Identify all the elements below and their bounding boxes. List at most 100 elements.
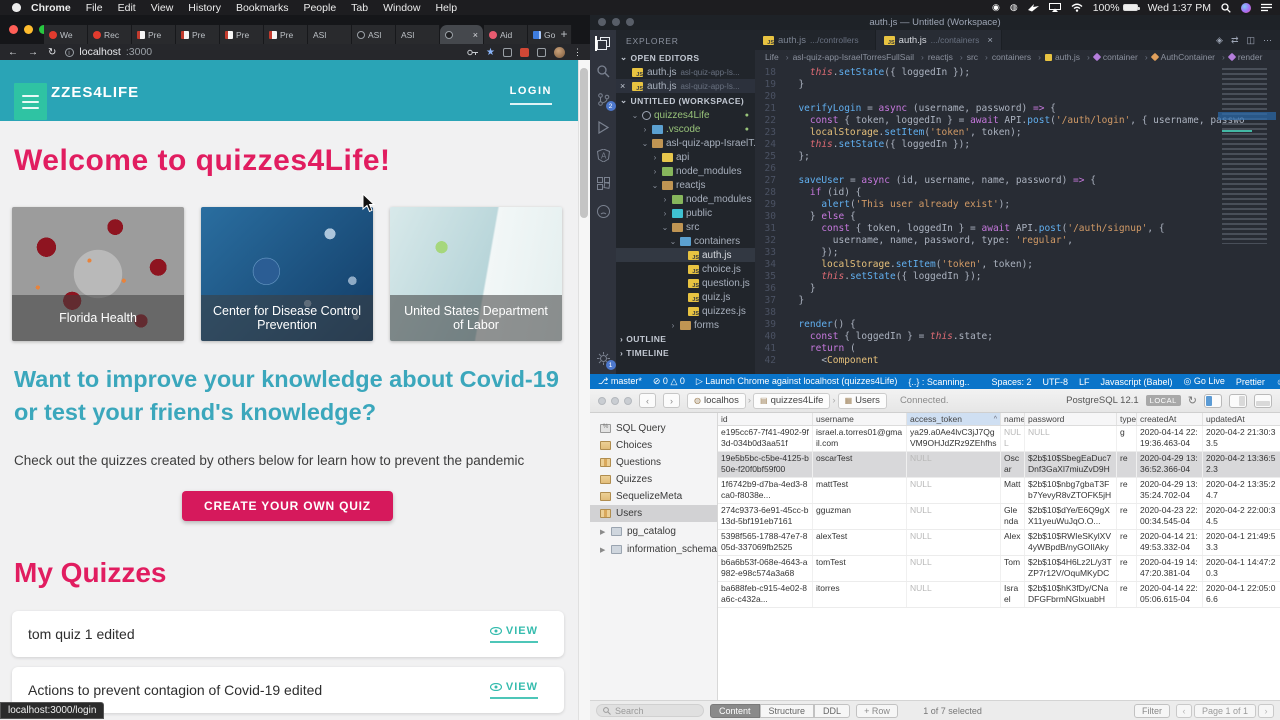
extensions-icon[interactable]	[596, 176, 611, 191]
format-icon[interactable]: ◈	[1216, 35, 1223, 46]
menu-bookmarks[interactable]: Bookmarks	[236, 2, 289, 14]
menubar-app-name[interactable]: Chrome	[31, 2, 71, 14]
more-actions-icon[interactable]: ⋯	[1263, 35, 1272, 46]
tree-item[interactable]: › .vscode ●	[616, 122, 755, 136]
breadcrumb-item[interactable]: asl-quiz-app-IsraelTorresFullSail	[793, 52, 928, 62]
chrome-window-controls[interactable]	[9, 25, 48, 34]
db-sidebar-item[interactable]: ▶ pg_catalog	[590, 523, 717, 540]
layout-sidebar-toggle[interactable]	[1204, 393, 1222, 408]
tree-item[interactable]: ⌄ quizzes4Life ●	[616, 108, 755, 122]
db-back-button[interactable]: ‹	[639, 393, 656, 408]
open-editor-item[interactable]: auth.js asl-quiz-app-Is...	[616, 65, 755, 79]
site-brand[interactable]: ZZES4LIFE	[51, 84, 139, 101]
menubar-clock[interactable]: Wed 1:37 PM	[1148, 2, 1211, 14]
content-tab[interactable]: Content	[710, 703, 760, 718]
filter-button[interactable]: Filter	[1133, 703, 1170, 718]
tree-item[interactable]: ⌄ containers	[616, 234, 755, 248]
login-link[interactable]: LOGIN	[509, 85, 552, 105]
reload-button[interactable]: ↻	[48, 47, 56, 58]
column-header[interactable]: updatedAt	[1202, 413, 1280, 425]
column-header[interactable]: access_token ^	[906, 413, 1000, 425]
language-status[interactable]: Javascript (Babel)	[1101, 377, 1173, 387]
bird-icon[interactable]	[1027, 3, 1039, 12]
table-row[interactable]: 19e5b5bc-c5be-4125-b50e-f20f0bf59f00 osc…	[718, 452, 1280, 478]
code-editor[interactable]: 18 this.setState({ loggedIn }); 19 } 20	[755, 64, 1280, 374]
tree-item[interactable]: › node_modules	[616, 164, 755, 178]
browser-tab[interactable]: ASl	[396, 25, 440, 44]
forward-button[interactable]: →	[28, 47, 38, 58]
menu-help[interactable]: Help	[435, 2, 457, 14]
scrollbar-thumb[interactable]	[580, 68, 588, 218]
address-bar[interactable]: i localhost:3000	[65, 46, 458, 58]
tree-item[interactable]: quiz.js	[616, 290, 755, 304]
prettier-status[interactable]: Prettier	[1236, 377, 1265, 387]
db-table-crumb[interactable]: ▦ Users	[837, 392, 887, 409]
table-row[interactable]: e195cc67-7f41-4902-9f3d-034b0d3aa51f isr…	[718, 426, 1280, 452]
tree-item[interactable]: › node_modules	[616, 192, 755, 206]
back-button[interactable]: ←	[8, 47, 18, 58]
search-icon[interactable]	[596, 64, 611, 79]
resource-card[interactable]: Center for Disease Control Prevention	[201, 207, 373, 341]
browser-tab[interactable]: We	[44, 25, 88, 44]
wifi-icon[interactable]	[1071, 3, 1083, 12]
menu-edit[interactable]: Edit	[118, 2, 136, 14]
prev-page-button[interactable]: ‹	[1175, 703, 1192, 718]
apple-menu-icon[interactable]	[12, 3, 21, 12]
menu-view[interactable]: View	[151, 2, 174, 14]
split-editor-icon[interactable]: ◫	[1246, 35, 1255, 46]
close-window-button[interactable]	[9, 25, 18, 34]
tree-item[interactable]: ⌄ asl-quiz-app-IsraelT...	[616, 136, 755, 150]
tree-item[interactable]: ⌄ reactjs	[616, 178, 755, 192]
profile-avatar[interactable]	[554, 46, 565, 58]
open-editors-section[interactable]: ⌄ OPEN EDITORS	[616, 50, 755, 65]
github-icon[interactable]	[596, 204, 611, 219]
db-connection-crumb[interactable]: ◍ localhos	[687, 392, 746, 409]
breadcrumb-item[interactable]: auth.js	[1044, 52, 1094, 62]
minimize-window-button[interactable]	[24, 25, 33, 34]
next-page-button[interactable]: ›	[1258, 703, 1274, 718]
editor-tab[interactable]: auth.js .../controllers	[755, 30, 876, 50]
refresh-icon[interactable]: ↻	[1188, 394, 1197, 407]
db-sidebar-item[interactable]: ▶ information_schema	[590, 541, 717, 558]
menu-file[interactable]: File	[86, 2, 103, 14]
tree-item[interactable]: quizzes.js	[616, 304, 755, 318]
breadcrumb-item[interactable]: Life	[765, 52, 793, 62]
spotlight-icon[interactable]	[1221, 2, 1231, 13]
go-live-button[interactable]: ◎ Go Live	[1184, 376, 1225, 387]
column-header[interactable]: id	[718, 413, 812, 425]
db-window-controls[interactable]	[598, 396, 632, 405]
db-sidebar-item[interactable]: ▶ Quizzes	[590, 471, 717, 488]
browser-tab[interactable]: ×	[440, 25, 484, 44]
screen-record-icon[interactable]: ◉	[992, 2, 1000, 13]
resource-card[interactable]: United States Department of Labor	[390, 207, 562, 341]
browser-tab[interactable]: Pre	[264, 25, 308, 44]
column-header[interactable]: createdAt	[1136, 413, 1202, 425]
creative-cloud-icon[interactable]: ◍	[1010, 2, 1018, 13]
breadcrumb-item[interactable]: render	[1227, 52, 1262, 62]
layout-bottom-toggle[interactable]	[1254, 393, 1272, 408]
siri-icon[interactable]	[1241, 2, 1251, 13]
extension-red-icon[interactable]	[520, 47, 529, 57]
browser-tab[interactable]: Pre	[220, 25, 264, 44]
column-header[interactable]: name	[1000, 413, 1024, 425]
db-search-field[interactable]: Search	[596, 704, 704, 717]
outline-section[interactable]: › OUTLINE	[616, 332, 755, 346]
notification-center-icon[interactable]	[1261, 3, 1272, 12]
db-sidebar-item[interactable]: ▶ Users	[590, 505, 717, 522]
breadcrumb-item[interactable]: containers	[992, 52, 1045, 62]
explorer-icon[interactable]	[594, 36, 610, 51]
db-sidebar-item[interactable]: ▶ Choices	[590, 437, 717, 454]
page-scrollbar[interactable]	[578, 60, 590, 720]
tree-item[interactable]: auth.js	[616, 248, 755, 262]
browser-tab[interactable]: Rec	[88, 25, 132, 44]
column-header[interactable]: username	[812, 413, 906, 425]
table-row[interactable]: 274c9373-6e91-45cc-b13d-5bf191eb7161 ggu…	[718, 504, 1280, 530]
db-database-crumb[interactable]: ▤ quizzes4Life	[753, 392, 831, 409]
battery-indicator[interactable]: 100%	[1093, 2, 1140, 14]
open-editor-item[interactable]: × auth.js asl-quiz-app-Is...	[616, 79, 755, 93]
close-editor-icon[interactable]: ×	[620, 81, 628, 91]
vscode-titlebar[interactable]: auth.js — Untitled (Workspace)	[590, 14, 1280, 30]
tree-item[interactable]: › forms	[616, 318, 755, 332]
resource-card[interactable]: Florida Health	[12, 207, 184, 341]
angular-console-icon[interactable]: A	[596, 148, 611, 163]
